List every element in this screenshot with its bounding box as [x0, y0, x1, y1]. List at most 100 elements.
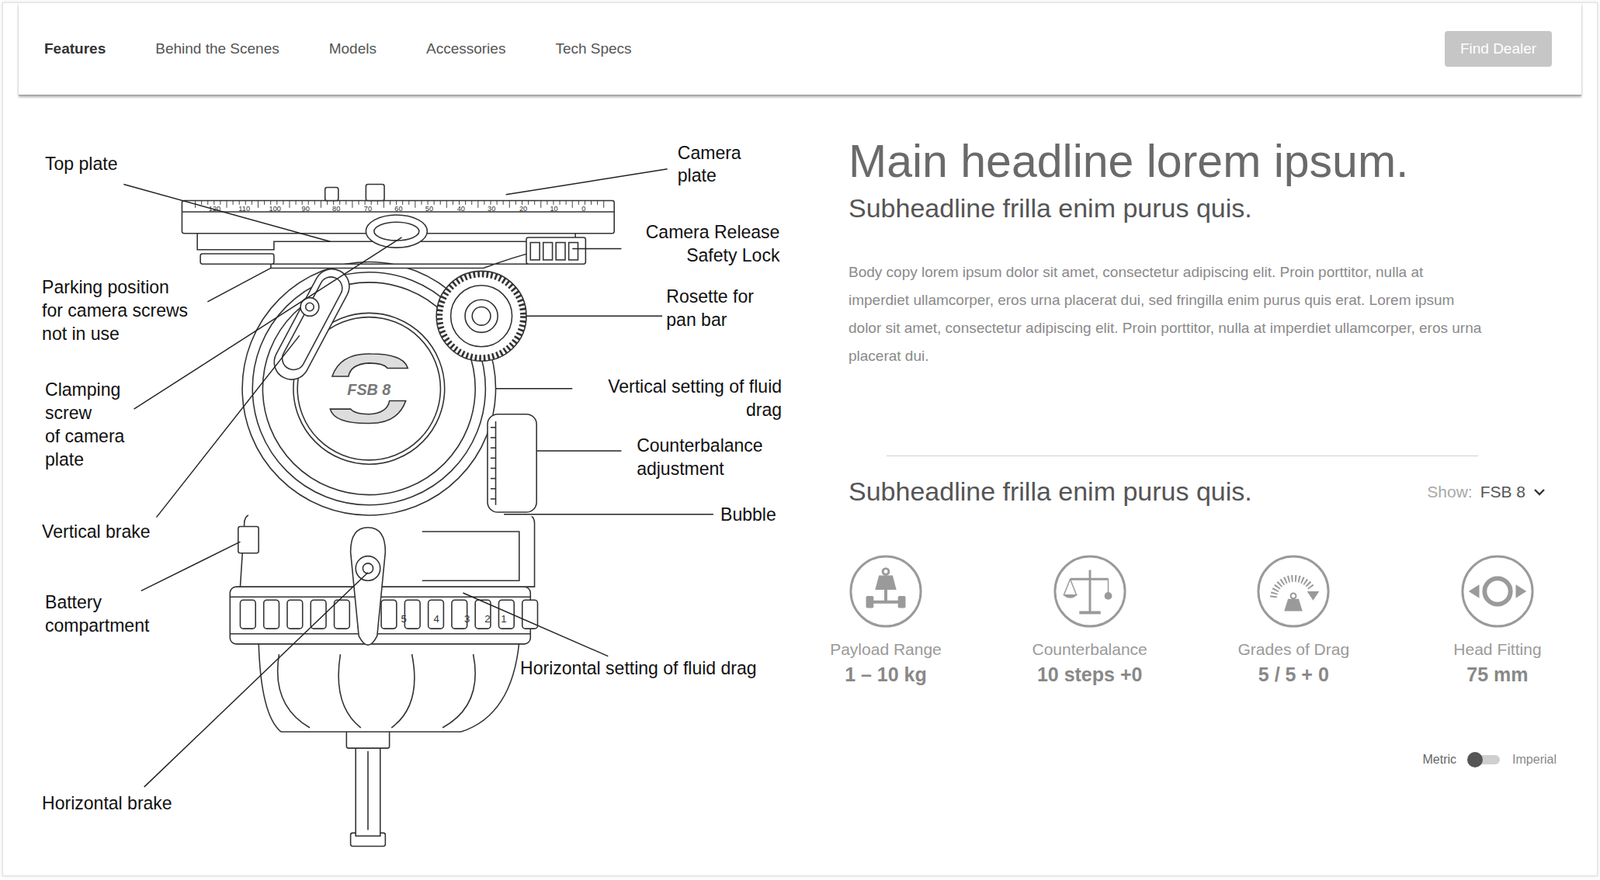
spec-value: 1 – 10 kg	[844, 663, 927, 687]
diagram-label: Bubble	[720, 504, 777, 525]
nav-tab-label[interactable]: Tech Specs	[555, 40, 632, 57]
diagram-label: Clampingscrewof cameraplate	[45, 379, 125, 470]
model-dropdown[interactable]: Show: FSB 8	[1426, 482, 1546, 502]
spec-value: 5 / 5 + 0	[1258, 663, 1330, 687]
diagram-label: Horizontal brake	[41, 793, 173, 814]
diagram-label-line: not in use	[41, 323, 120, 344]
nav-tab-label[interactable]: Models	[329, 40, 377, 57]
body-copy: Body copy lorem ipsum dolor sit amet, co…	[848, 258, 1486, 371]
divider	[886, 455, 1479, 457]
spec-item: Head Fitting 75 mm	[1419, 553, 1576, 687]
leader-line	[496, 388, 573, 389]
unit-label[interactable]: Imperial	[1512, 753, 1557, 767]
toggle-track[interactable]	[1468, 755, 1500, 765]
diagram-label-line: plate	[45, 449, 84, 470]
leader-line	[503, 513, 714, 515]
spec-label: Head Fitting	[1453, 640, 1541, 660]
spec-item: Grades of Drag5 / 5 + 0	[1215, 553, 1371, 687]
model-badge: FSB 8	[347, 381, 391, 399]
fluid-head-drawing: 54321FSB 81201101009080706050403020100	[181, 184, 615, 847]
diagram-label-line: Camera Release	[645, 222, 781, 243]
spec-item: Payload Range1 – 10 kg	[808, 553, 964, 687]
nav-tab[interactable]: Accessories	[426, 35, 506, 63]
scale-number: 90	[301, 204, 310, 213]
spec-value: 75 mm	[1466, 663, 1528, 687]
unit-option[interactable]: Metric	[1422, 753, 1458, 768]
toggle-knob[interactable]	[1467, 752, 1483, 768]
payload-icon	[847, 553, 924, 630]
leader-line	[207, 267, 271, 302]
nav-tab-label[interactable]: Features	[44, 40, 106, 57]
diagram-label-line: pan bar	[666, 309, 727, 330]
leader-line	[141, 541, 241, 591]
nav-tab[interactable]: Models	[329, 35, 377, 63]
drag-number: 1	[500, 613, 507, 625]
leader-line	[462, 593, 608, 657]
diagram-label-line: screw	[45, 402, 92, 424]
scale-number: 60	[394, 204, 403, 213]
diagram-label: Vertical brake	[41, 521, 150, 542]
scale-number: 70	[364, 204, 372, 213]
diagram-label-line: Horizontal brake	[41, 793, 173, 814]
nav-tab[interactable]: Features	[44, 35, 106, 63]
drag-number: 2	[484, 613, 490, 625]
diagram-label-line: drag	[746, 399, 782, 420]
diagram-label: Cameraplate	[677, 142, 742, 187]
main-headline: Main headline lorem ipsum.	[848, 135, 1546, 189]
scale-number: 30	[487, 204, 496, 213]
fluid-head-diagram: 54321FSB 81201101009080706050403020100To…	[3, 95, 811, 875]
chevron-down-icon[interactable]	[1533, 487, 1546, 497]
scale-number: 110	[238, 204, 250, 213]
find-dealer-button[interactable]: Find Dealer	[1444, 31, 1552, 67]
diagram-label-line: Vertical setting of fluid	[607, 376, 782, 397]
diagram-label-line: Horizontal setting of fluid drag	[520, 658, 757, 679]
nav-tab[interactable]: Behind the Scenes	[155, 35, 280, 63]
nav-tabs: Features Behind the Scenes Models Accessori…	[44, 35, 1445, 63]
diagram-label: Counterbalanceadjustment	[636, 435, 764, 479]
diagram-label-line: Bubble	[720, 504, 777, 525]
section-title: Subheadline frilla enim purus quis.	[848, 476, 1253, 507]
leader-line	[123, 184, 330, 243]
unit-option[interactable]: Imperial	[1512, 753, 1557, 768]
unit-label[interactable]: Metric	[1422, 753, 1458, 767]
diagram-label-line: plate	[677, 165, 717, 186]
content-panel: Main headline lorem ipsum.Subheadline fr…	[810, 95, 1597, 876]
leader-line	[156, 335, 300, 518]
diagram-label: Parking positionfor camera screwsnot in …	[41, 277, 188, 344]
spec-value: 10 steps +0	[1037, 663, 1143, 687]
diagram-label-line: Counterbalance	[636, 435, 764, 456]
subheadline: Subheadline frilla enim purus quis.	[848, 191, 1546, 226]
leader-line	[536, 450, 622, 452]
nav-tab-label[interactable]: Behind the Scenes	[155, 40, 280, 57]
spec-list: Payload Range1 – 10 kg Counterbalance 10 s…	[808, 553, 1576, 687]
diagram-label: Top plate	[45, 153, 118, 174]
nav-tab[interactable]: Tech Specs	[555, 35, 632, 63]
scale-number: 80	[332, 204, 341, 213]
spec-label: Counterbalance	[1032, 640, 1148, 660]
diagram-label: Horizontal setting of fluid drag	[520, 658, 757, 679]
nav-tab-label[interactable]: Accessories	[426, 40, 506, 57]
scale-number: 0	[581, 204, 586, 213]
dropdown-value[interactable]: FSB 8	[1480, 482, 1526, 502]
scale-number: 50	[425, 204, 434, 213]
unit-toggle: Metric Imperial	[848, 753, 1557, 768]
scale-number: 40	[457, 204, 466, 213]
leader-line	[144, 572, 368, 788]
diagram-label-line: Clamping	[45, 379, 121, 400]
diagram-panel: 54321FSB 81201101009080706050403020100To…	[3, 95, 811, 876]
drag-gauge-icon	[1255, 553, 1332, 630]
diagram-label-line: for camera screws	[41, 300, 188, 321]
diagram-label-line: Top plate	[45, 153, 118, 174]
dropdown-label: Show:	[1426, 482, 1472, 502]
parking-plate	[200, 253, 275, 264]
scale-number: 100	[269, 204, 282, 213]
drag-number: 3	[464, 613, 470, 625]
diagram-label-line: Safety Lock	[686, 245, 781, 266]
head-fitting-icon	[1459, 553, 1536, 630]
drag-number: 5	[400, 613, 407, 625]
leader-line	[526, 315, 663, 317]
leader-line	[572, 248, 622, 250]
diagram-label-line: compartment	[45, 615, 150, 636]
main: 54321FSB 81201101009080706050403020100To…	[3, 95, 1597, 876]
diagram-label: Vertical setting of fluiddrag	[607, 376, 782, 420]
